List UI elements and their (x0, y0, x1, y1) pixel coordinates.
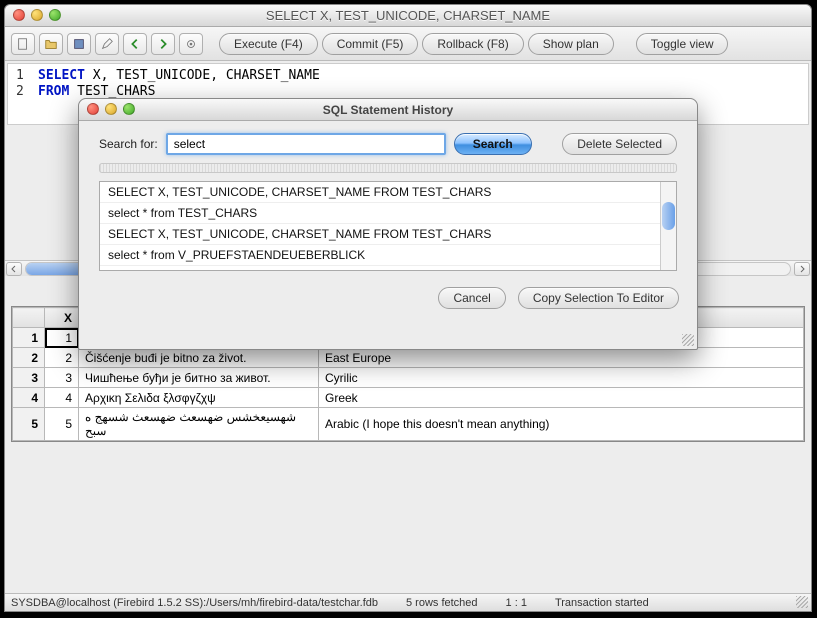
table-row[interactable]: 55شهسيعخشس ضهسعث ضهسعث شسهج ه سبحArabic … (13, 408, 804, 441)
status-rows: 5 rows fetched (406, 597, 478, 609)
table-row[interactable]: 33Чишћење буђи је битно за живот.Cyrilic (13, 368, 804, 388)
settings-icon[interactable] (179, 33, 203, 55)
scroll-right-icon[interactable] (794, 262, 810, 276)
back-icon[interactable] (123, 33, 147, 55)
table-row[interactable]: 44Αρχικη Σελιδα ξλσφγζχψGreek (13, 388, 804, 408)
cell-unicode[interactable]: Αρχικη Σελιδα ξλσφγζχψ (79, 388, 319, 408)
window-title: SELECT X, TEST_UNICODE, CHARSET_NAME (5, 8, 811, 23)
cell-charset[interactable]: Arabic (I hope this doesn't mean anythin… (319, 408, 804, 441)
cell-x[interactable]: 5 (45, 408, 79, 441)
dialog-close-icon[interactable] (87, 103, 99, 115)
resize-grip-icon[interactable] (796, 596, 808, 608)
cancel-button[interactable]: Cancel (438, 287, 505, 309)
table-row[interactable]: 22Čišćenje buđi je bitno za život.East E… (13, 348, 804, 368)
copy-to-editor-button[interactable]: Copy Selection To Editor (518, 287, 679, 309)
execute-button[interactable]: Execute (F4) (219, 33, 318, 55)
cell-unicode[interactable]: شهسيعخشس ضهسعث ضهسعث شسهج ه سبح (79, 408, 319, 441)
rollback-button[interactable]: Rollback (F8) (422, 33, 523, 55)
cell-x[interactable]: 3 (45, 368, 79, 388)
history-dialog: SQL Statement History Search for: Search… (78, 98, 698, 350)
rownum-cell: 4 (13, 388, 45, 408)
rownum-cell: 1 (13, 328, 45, 348)
vscroll-thumb[interactable] (662, 202, 675, 230)
forward-icon[interactable] (151, 33, 175, 55)
history-item[interactable]: select * from TEST_CHARS (100, 203, 676, 224)
scroll-left-icon[interactable] (6, 262, 22, 276)
open-folder-icon[interactable] (39, 33, 63, 55)
dialog-zoom-icon[interactable] (123, 103, 135, 115)
toolbar: Execute (F4) Commit (F5) Rollback (F8) S… (5, 27, 811, 61)
col-x[interactable]: X (45, 308, 79, 328)
cell-unicode[interactable]: Чишћење буђи је битно за живот. (79, 368, 319, 388)
dialog-resize-grip-icon[interactable] (682, 334, 694, 346)
show-plan-button[interactable]: Show plan (528, 33, 614, 55)
rownum-cell: 3 (13, 368, 45, 388)
vertical-scrollbar[interactable] (660, 182, 676, 270)
history-list[interactable]: SELECT X, TEST_UNICODE, CHARSET_NAME FRO… (99, 181, 677, 271)
gutter: 1 2 (16, 68, 24, 100)
status-connection: SYSDBA@localhost (Firebird 1.5.2 SS):/Us… (11, 597, 378, 609)
dialog-minimize-icon[interactable] (105, 103, 117, 115)
close-icon[interactable] (13, 9, 25, 21)
rownum-header (13, 308, 45, 328)
cell-x[interactable]: 1 (45, 328, 79, 348)
divider (99, 163, 677, 173)
edit-icon[interactable] (95, 33, 119, 55)
search-button[interactable]: Search (454, 133, 532, 155)
zoom-icon[interactable] (49, 9, 61, 21)
cell-x[interactable]: 4 (45, 388, 79, 408)
status-transaction: Transaction started (555, 597, 649, 609)
save-icon[interactable] (67, 33, 91, 55)
history-item[interactable]: SELECT X, TEST_UNICODE, CHARSET_NAME FRO… (100, 224, 676, 245)
history-item[interactable]: select * from V_PRUEFSTAENDEUEBERBLICK (100, 245, 676, 266)
rownum-cell: 5 (13, 408, 45, 441)
cell-charset[interactable]: Cyrilic (319, 368, 804, 388)
cell-x[interactable]: 2 (45, 348, 79, 368)
rownum-cell: 2 (13, 348, 45, 368)
search-label: Search for: (99, 137, 158, 151)
cell-charset[interactable]: Greek (319, 388, 804, 408)
history-item[interactable]: SELECT X, TEST_UNICODE, CHARSET_NAME FRO… (100, 182, 676, 203)
delete-selected-button[interactable]: Delete Selected (562, 133, 677, 155)
dialog-title: SQL Statement History (79, 103, 697, 117)
status-cursor: 1 : 1 (506, 597, 527, 609)
cell-unicode[interactable]: Čišćenje buđi je bitno za život. (79, 348, 319, 368)
toggle-view-button[interactable]: Toggle view (636, 33, 729, 55)
commit-button[interactable]: Commit (F5) (322, 33, 419, 55)
minimize-icon[interactable] (31, 9, 43, 21)
status-bar: SYSDBA@localhost (Firebird 1.5.2 SS):/Us… (5, 593, 811, 611)
search-input[interactable] (166, 133, 446, 155)
cell-charset[interactable]: East Europe (319, 348, 804, 368)
new-file-icon[interactable] (11, 33, 35, 55)
titlebar: SELECT X, TEST_UNICODE, CHARSET_NAME (5, 5, 811, 27)
